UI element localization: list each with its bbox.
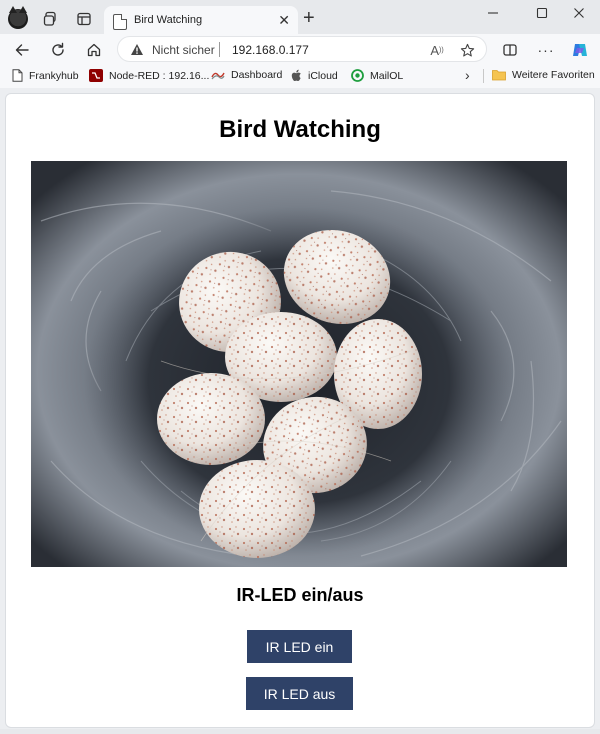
split-screen-icon[interactable]: [499, 39, 521, 61]
read-aloud-icon[interactable]: A)): [428, 41, 446, 59]
title-bar: Bird Watching ✕ +: [0, 0, 600, 38]
window-bottom-edge: [0, 729, 600, 734]
ir-led-off-button[interactable]: IR LED aus: [246, 677, 353, 710]
chevron-right-icon[interactable]: ›: [465, 67, 470, 83]
document-icon: [12, 69, 23, 82]
favorite-star-icon[interactable]: [458, 41, 476, 59]
warning-icon[interactable]: [130, 43, 144, 61]
favorite-label: Frankyhub: [29, 69, 79, 82]
address-divider: [219, 42, 220, 57]
security-status[interactable]: Nicht sicher: [152, 43, 215, 57]
favorites-bar: Frankyhub Node-RED : 192.16... Dashboard…: [0, 64, 600, 88]
page-title: Bird Watching: [219, 116, 381, 143]
favorites-divider: [483, 69, 484, 83]
favorite-icloud[interactable]: iCloud: [291, 69, 338, 82]
favorite-label: MailOL: [370, 69, 404, 82]
dashboard-icon: [211, 72, 225, 80]
close-window-icon[interactable]: [564, 4, 594, 22]
back-icon[interactable]: [11, 39, 33, 61]
copilot-icon[interactable]: [569, 39, 591, 61]
more-menu-icon[interactable]: ···: [535, 39, 557, 61]
minimize-icon[interactable]: [478, 4, 508, 22]
home-icon[interactable]: [83, 39, 105, 61]
tab-title: Bird Watching: [134, 14, 203, 26]
mail-icon: [351, 69, 364, 82]
node-red-icon: [89, 69, 103, 82]
favorite-label: Dashboard: [231, 69, 283, 81]
profile-avatar-icon[interactable]: [8, 6, 28, 29]
navigation-bar: Nicht sicher 192.168.0.177 A)) ···: [0, 34, 600, 64]
workspaces-icon[interactable]: [40, 9, 60, 29]
other-favorites-folder[interactable]: Weitere Favoriten: [492, 69, 595, 81]
ir-led-heading: IR-LED ein/aus: [236, 585, 364, 605]
close-tab-icon[interactable]: ✕: [278, 13, 290, 27]
page-favicon-icon: [113, 14, 127, 30]
bird-nest-photo: [31, 161, 567, 567]
favorite-label: iCloud: [308, 69, 338, 82]
favorite-label: Node-RED : 192.16...: [109, 69, 210, 82]
other-favorites-label: Weitere Favoriten: [512, 69, 595, 81]
refresh-icon[interactable]: [47, 39, 69, 61]
maximize-icon[interactable]: [527, 4, 557, 22]
favorite-mailol[interactable]: MailOL: [351, 69, 403, 82]
new-tab-icon[interactable]: +: [303, 8, 315, 28]
folder-icon: [492, 70, 506, 81]
apple-icon: [291, 69, 301, 81]
url-text[interactable]: 192.168.0.177: [232, 43, 309, 57]
favorite-node-red[interactable]: Node-RED : 192.16...: [89, 69, 209, 82]
favorite-frankyhub[interactable]: Frankyhub: [12, 69, 79, 82]
page-content: Bird Watching IR-LED ein/aus IR LED ein …: [5, 93, 595, 728]
ir-led-on-button[interactable]: IR LED ein: [247, 630, 352, 663]
favorite-dashboard[interactable]: Dashboard: [211, 69, 282, 81]
tab-actions-icon[interactable]: [74, 9, 94, 29]
address-bar[interactable]: Nicht sicher 192.168.0.177 A)): [117, 36, 487, 62]
